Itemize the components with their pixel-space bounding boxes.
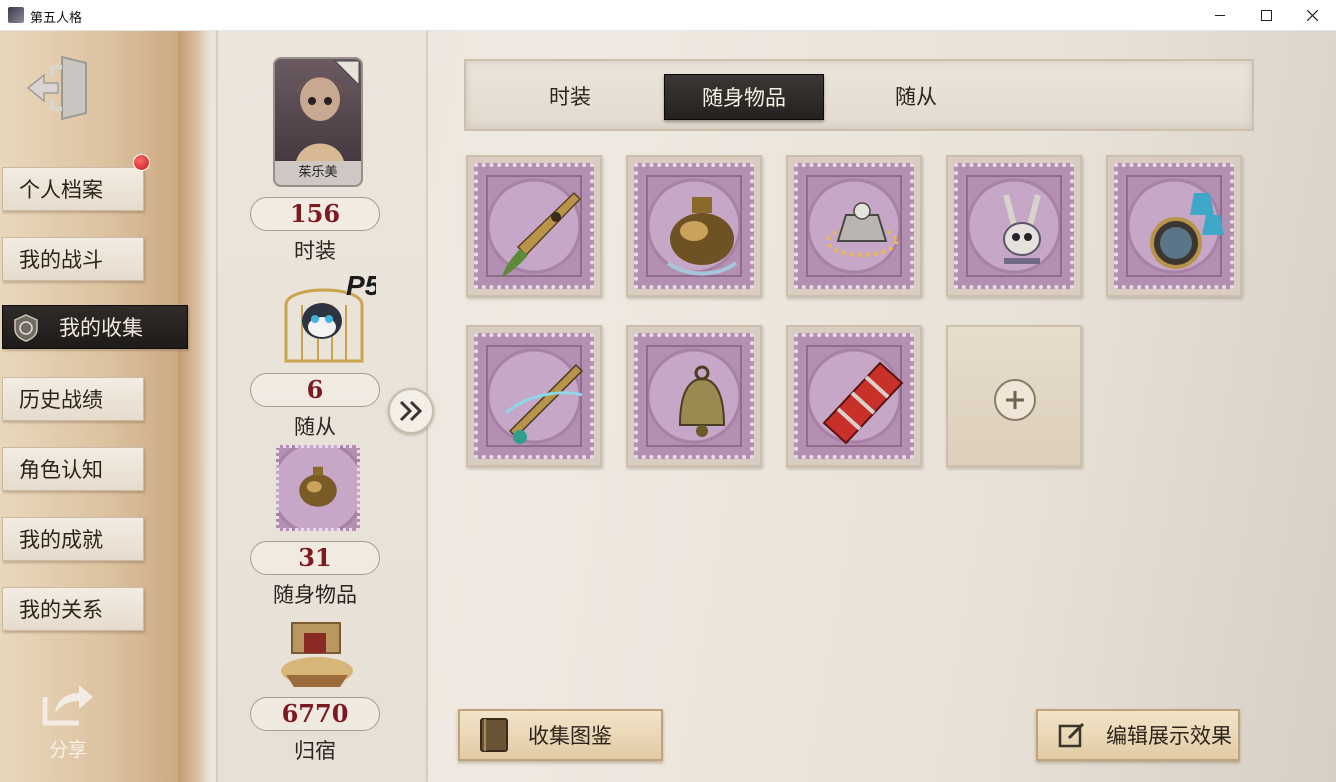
nav-item-label: 历史战绩 xyxy=(19,388,103,412)
accessory-count: 31 xyxy=(250,541,380,575)
nav-item-collection[interactable]: 我的收集 xyxy=(2,305,188,349)
share-icon xyxy=(42,685,93,726)
window-title: 第五人格 xyxy=(30,11,83,26)
flute-icon xyxy=(504,363,584,444)
accessory-label: 随身物品 xyxy=(273,583,357,607)
app-icon xyxy=(8,7,24,23)
accessory-item[interactable] xyxy=(466,155,602,297)
nav-item-battles[interactable]: 我的战斗 xyxy=(2,237,144,281)
red-crystal-icon xyxy=(822,361,904,445)
expand-button[interactable] xyxy=(388,388,434,434)
sidebar-edge xyxy=(178,31,210,782)
tab-costumes[interactable]: 时装 xyxy=(490,74,650,120)
music-box-icon xyxy=(826,202,898,257)
avatar[interactable]: 茱乐美 xyxy=(273,57,363,187)
accessory-thumbnail[interactable] xyxy=(276,445,360,531)
edit-icon xyxy=(1058,722,1085,748)
avatar-name: 茱乐美 xyxy=(275,161,361,185)
book-icon xyxy=(480,718,508,752)
nav-item-label: 我的成就 xyxy=(19,528,103,552)
home-count: 6770 xyxy=(250,697,380,731)
maximize-icon[interactable] xyxy=(1243,0,1289,31)
nav-item-label: 我的收集 xyxy=(59,316,143,340)
edit-display-button[interactable]: 编辑展示效果 xyxy=(1036,709,1240,761)
persona-logo: P5 xyxy=(346,270,376,301)
crest-icon xyxy=(14,314,38,342)
accessory-item[interactable] xyxy=(786,325,922,467)
nav-item-history[interactable]: 历史战绩 xyxy=(2,377,144,421)
accessory-item[interactable] xyxy=(466,325,602,467)
companion-label: 随从 xyxy=(294,415,336,439)
home-label: 归宿 xyxy=(294,739,336,763)
exit-door-icon[interactable] xyxy=(24,53,94,123)
share-label: 分享 xyxy=(48,739,87,761)
nav-item-label: 我的战斗 xyxy=(19,248,103,272)
nav-item-label: 角色认知 xyxy=(19,458,103,482)
character-portrait xyxy=(295,60,360,169)
add-item-slot[interactable] xyxy=(946,325,1082,467)
bell-icon xyxy=(678,365,726,437)
close-icon[interactable] xyxy=(1289,0,1335,31)
nav-item-label: 个人档案 xyxy=(19,178,103,202)
double-chevron-right-icon xyxy=(399,400,423,422)
home-thumbnail[interactable] xyxy=(276,615,358,691)
nav-item-relations[interactable]: 我的关系 xyxy=(2,587,144,631)
category-tabs: 时装 随身物品 随从 xyxy=(464,59,1254,131)
window-titlebar: 第五人格 xyxy=(0,0,1336,31)
clock-bells-icon xyxy=(1150,193,1224,269)
collection-guide-label: 收集图鉴 xyxy=(528,724,612,748)
accessory-item[interactable] xyxy=(1106,155,1242,297)
plus-icon xyxy=(994,379,1036,421)
minimize-icon[interactable] xyxy=(1197,0,1243,31)
nav-item-character[interactable]: 角色认知 xyxy=(2,447,144,491)
accessory-item[interactable] xyxy=(946,155,1082,297)
nav-item-achievements[interactable]: 我的成就 xyxy=(2,517,144,561)
game-view: 个人档案 我的战斗 我的收集 历史战绩 角色认知 我的成就 我的关系 分享 茱乐… xyxy=(0,31,1336,782)
nav-item-profile[interactable]: 个人档案 xyxy=(2,167,144,211)
gold-jar-icon xyxy=(299,466,337,507)
accessory-item[interactable] xyxy=(786,155,922,297)
companion-count: 6 xyxy=(250,373,380,407)
tab-companions[interactable]: 随从 xyxy=(836,74,996,120)
bunny-doll-icon xyxy=(1003,194,1041,264)
share-button[interactable]: 分享 xyxy=(38,679,98,762)
costume-count: 156 xyxy=(250,197,380,231)
gold-jar-icon xyxy=(666,197,738,276)
notification-dot xyxy=(133,154,150,171)
edit-display-label: 编辑展示效果 xyxy=(1106,724,1232,748)
accessory-item[interactable] xyxy=(626,155,762,297)
collection-guide-button[interactable]: 收集图鉴 xyxy=(458,709,663,761)
accessory-item[interactable] xyxy=(626,325,762,467)
nav-item-label: 我的关系 xyxy=(19,598,103,622)
tab-accessories[interactable]: 随身物品 xyxy=(664,74,824,120)
costume-label: 时装 xyxy=(294,239,336,263)
dagger-icon xyxy=(502,191,582,277)
companion-thumbnail[interactable]: P5 xyxy=(272,265,376,367)
